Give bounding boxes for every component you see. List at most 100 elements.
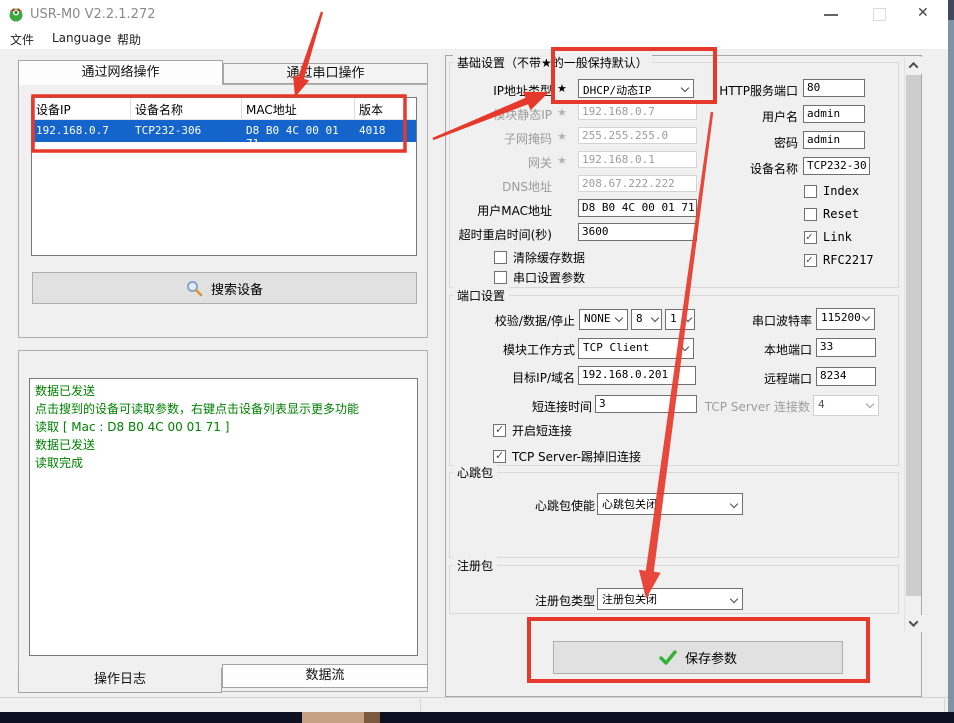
required-star: ★ <box>557 106 567 119</box>
log-line: 点击搜到的设备可读取参数，右键点击设备列表显示更多功能 <box>35 400 412 418</box>
reset-label: Reset <box>823 207 859 221</box>
register-type-select[interactable]: 注册包关闭 <box>597 588 743 610</box>
col-device-name[interactable]: 设备名称 <box>131 98 242 119</box>
status-divider <box>420 699 421 712</box>
menu-file[interactable]: 文件 <box>10 31 34 48</box>
checkbox-box <box>804 185 817 198</box>
short-conn-enable-checkbox[interactable]: 开启短连接 <box>493 422 572 439</box>
heartbeat-enable-value: 心跳包关闭 <box>602 498 657 511</box>
remote-port-label: 远程端口 <box>612 370 812 387</box>
log-line: 数据已发送 <box>35 382 412 400</box>
required-star: ★ <box>557 154 567 167</box>
heartbeat-enable-select[interactable]: 心跳包关闭 <box>597 493 743 515</box>
device-mac: D8 B0 4C 00 01 71 <box>242 120 355 142</box>
tab-serial-operate[interactable]: 通过串口操作 <box>223 63 428 84</box>
status-bar <box>0 697 948 712</box>
required-star: ★ <box>557 130 567 143</box>
ip-type-label: IP地址类型 <box>352 82 552 99</box>
checkbox-box <box>493 450 506 463</box>
checkbox-box <box>804 208 817 221</box>
green-check-icon <box>659 650 677 665</box>
minimize-button[interactable] <box>824 14 838 16</box>
log-group: 数据已发送 点击搜到的设备可读取参数，右键点击设备列表显示更多功能 读取 [ M… <box>18 350 428 692</box>
tab-operation-log[interactable]: 操作日志 <box>18 668 222 693</box>
rfc2217-checkbox[interactable]: RFC2217 <box>804 253 874 267</box>
log-line: 读取 [ Mac : D8 B0 4C 00 01 71 ] <box>35 418 412 436</box>
static-ip-label: 模块静态IP <box>352 106 552 123</box>
required-star: ★ <box>557 82 567 95</box>
checkbox-box <box>804 231 817 244</box>
log-area[interactable]: 数据已发送 点击搜到的设备可读取参数，右键点击设备列表显示更多功能 读取 [ M… <box>29 378 418 656</box>
menu-bar: 文件 Language 帮助 <box>0 28 948 50</box>
password-label: 密码 <box>598 134 798 151</box>
clear-cache-checkbox[interactable]: 清除缓存数据 <box>494 249 585 266</box>
menu-language[interactable]: Language <box>52 31 111 45</box>
menu-help[interactable]: 帮助 <box>117 31 141 48</box>
close-button[interactable]: ✕ <box>917 5 929 21</box>
settings-scrollbar[interactable] <box>904 57 921 632</box>
device-name: TCP232-306 <box>131 120 242 142</box>
timeout-restart-field[interactable]: 3600 <box>578 223 697 241</box>
username-field[interactable]: admin <box>803 105 865 123</box>
save-params-label: 保存参数 <box>685 648 737 667</box>
local-port-field[interactable]: 33 <box>816 338 876 357</box>
scrollbar-up-button[interactable] <box>905 57 922 74</box>
device-name-label: 设备名称 <box>598 160 798 177</box>
title-bar: USR-M0 V2.2.1.272 ✕ <box>0 0 948 28</box>
user-mac-field[interactable]: D8 B0 4C 00 01 71 <box>578 199 697 217</box>
port-settings-title: 端口设置 <box>453 287 509 304</box>
tab-network-operate[interactable]: 通过网络操作 <box>18 60 223 85</box>
chevron-down-icon <box>909 617 919 627</box>
col-mac[interactable]: MAC地址 <box>242 98 355 119</box>
index-checkbox[interactable]: Index <box>804 184 859 198</box>
timeout-restart-label: 超时重启时间(秒) <box>352 226 552 243</box>
maximize-button[interactable] <box>873 8 886 21</box>
baud-rate-label: 串口波特率 <box>612 312 812 329</box>
http-port-field[interactable]: 80 <box>803 79 865 97</box>
device-ip: 192.168.0.7 <box>32 120 131 142</box>
tcp-conn-count-label: TCP Server 连接数 <box>610 398 810 415</box>
log-line: 读取完成 <box>35 454 412 472</box>
status-divider <box>944 699 945 712</box>
target-ip-label: 目标IP/域名 <box>375 369 575 386</box>
device-name-field[interactable]: TCP232-30 <box>803 157 870 175</box>
col-device-ip[interactable]: 设备IP <box>32 98 131 119</box>
search-icon <box>186 280 203 297</box>
checkbox-box <box>494 251 507 264</box>
scrollbar-down-button[interactable] <box>905 615 922 632</box>
app-logo-icon <box>8 6 24 22</box>
chevron-up-icon <box>909 62 919 72</box>
scrollbar-thumb[interactable] <box>906 75 921 596</box>
short-conn-time-label: 短连接时间 <box>392 398 592 415</box>
heartbeat-group: 心跳包 <box>449 472 899 558</box>
work-mode-label: 模块工作方式 <box>375 341 575 358</box>
kick-old-conn-checkbox[interactable]: TCP Server-踢掉旧连接 <box>493 448 641 465</box>
serial-param-label: 串口设置参数 <box>513 269 585 286</box>
tcp-conn-count-select[interactable]: 4 <box>813 395 879 416</box>
clear-cache-label: 清除缓存数据 <box>513 249 585 266</box>
desktop-edge <box>948 0 954 20</box>
log-line: 数据已发送 <box>35 436 412 454</box>
index-label: Index <box>823 184 859 198</box>
gateway-label: 网关 <box>352 154 552 171</box>
parity-value: NONE <box>584 312 611 325</box>
baud-rate-select[interactable]: 115200 <box>816 308 875 330</box>
search-device-label: 搜索设备 <box>211 279 263 298</box>
register-type-label: 注册包类型 <box>395 592 595 609</box>
link-checkbox[interactable]: Link <box>804 230 852 244</box>
password-field[interactable]: admin <box>803 131 865 149</box>
rfc2217-label: RFC2217 <box>823 253 874 267</box>
reset-checkbox[interactable]: Reset <box>804 207 859 221</box>
dns-field[interactable]: 208.67.222.222 <box>578 175 697 192</box>
short-conn-enable-label: 开启短连接 <box>512 422 572 439</box>
tab-data-stream[interactable]: 数据流 <box>222 664 428 688</box>
kick-old-conn-label: TCP Server-踢掉旧连接 <box>512 448 641 465</box>
search-device-button[interactable]: 搜索设备 <box>32 272 417 304</box>
desktop-edge <box>948 0 954 723</box>
save-params-button[interactable]: 保存参数 <box>553 641 843 674</box>
app-window: USR-M0 V2.2.1.272 ✕ 文件 Language 帮助 通过网络操… <box>0 0 954 723</box>
serial-param-checkbox[interactable]: 串口设置参数 <box>494 269 585 286</box>
checkbox-box <box>804 254 817 267</box>
username-label: 用户名 <box>598 108 798 125</box>
remote-port-field[interactable]: 8234 <box>816 367 876 386</box>
